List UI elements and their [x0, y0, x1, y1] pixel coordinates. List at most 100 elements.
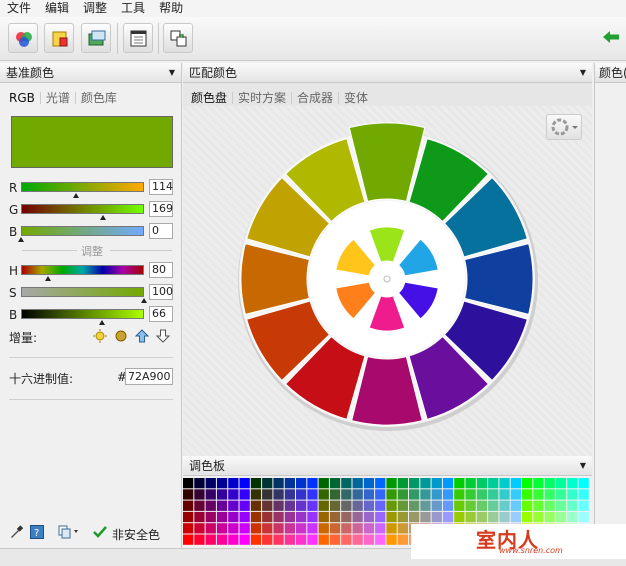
red-slider-thumb[interactable] — [72, 193, 79, 198]
palette-swatch[interactable] — [363, 534, 375, 545]
palette-swatch[interactable] — [544, 478, 555, 489]
green-slider[interactable] — [21, 204, 144, 214]
palette-swatch[interactable] — [216, 489, 228, 500]
right-panel-header[interactable]: 颜色( — [595, 63, 626, 83]
palette-swatch[interactable] — [397, 534, 408, 545]
palette-swatch[interactable] — [318, 489, 329, 500]
palette-swatch[interactable] — [329, 511, 341, 523]
palette-swatch[interactable] — [205, 489, 216, 500]
palette-swatch[interactable] — [329, 523, 341, 534]
palette-swatch[interactable] — [341, 478, 352, 489]
palette-swatch[interactable] — [284, 489, 295, 500]
palette-swatch[interactable] — [375, 500, 386, 511]
palette-swatch[interactable] — [544, 500, 555, 511]
palette-swatch[interactable] — [205, 500, 216, 511]
palette-swatch[interactable] — [465, 478, 476, 489]
menu-file[interactable]: 文件 — [0, 0, 38, 17]
palette-swatch[interactable] — [273, 523, 284, 534]
palette-swatch[interactable] — [296, 489, 307, 500]
palette-swatch[interactable] — [183, 534, 194, 545]
palette-swatch[interactable] — [228, 511, 239, 523]
palette-swatch[interactable] — [533, 500, 544, 511]
wheel-options-button[interactable] — [546, 114, 582, 140]
hex-value-input[interactable]: 72A900 — [125, 368, 173, 385]
palette-swatch[interactable] — [488, 500, 499, 511]
base-color-header[interactable]: 基准颜色 ▼ — [0, 63, 181, 83]
palette-swatch[interactable] — [397, 500, 408, 511]
tab-color-wheel[interactable]: 颜色盘 — [186, 88, 232, 108]
palette-swatch[interactable] — [228, 489, 239, 500]
palette-swatch[interactable] — [409, 500, 420, 511]
palette-swatch[interactable] — [522, 511, 533, 523]
palette-swatch[interactable] — [431, 500, 442, 511]
palette-swatch[interactable] — [431, 489, 442, 500]
palette-swatch[interactable] — [250, 534, 262, 545]
color-wheel[interactable] — [183, 106, 592, 456]
palette-swatch[interactable] — [352, 523, 363, 534]
palette-swatch[interactable] — [499, 500, 510, 511]
palette-swatch[interactable] — [578, 511, 589, 523]
palette-swatch[interactable] — [341, 534, 352, 545]
palette-swatch[interactable] — [329, 534, 341, 545]
dropdown-arrow-icon[interactable]: ▼ — [580, 63, 586, 83]
screenshot-button[interactable] — [81, 23, 111, 53]
palette-swatch[interactable] — [228, 500, 239, 511]
eyedropper-icon[interactable] — [9, 525, 23, 539]
palette-swatch[interactable] — [216, 511, 228, 523]
darken-icon[interactable] — [114, 329, 128, 343]
palette-swatch[interactable] — [329, 489, 341, 500]
palette-swatch[interactable] — [341, 489, 352, 500]
increase-arrow-icon[interactable] — [135, 329, 149, 343]
palette-swatch[interactable] — [476, 511, 488, 523]
palette-swatch[interactable] — [363, 523, 375, 534]
palette-swatch[interactable] — [567, 511, 578, 523]
hue-value-input[interactable]: 80 — [149, 262, 173, 278]
color-scheme-button[interactable] — [8, 23, 38, 53]
palette-swatch[interactable] — [397, 511, 408, 523]
palette-swatch[interactable] — [454, 489, 465, 500]
palette-swatch[interactable] — [522, 489, 533, 500]
palette-swatch[interactable] — [318, 534, 329, 545]
brightness-slider-thumb[interactable] — [99, 320, 106, 325]
palette-swatch[interactable] — [409, 478, 420, 489]
palette-swatch[interactable] — [352, 511, 363, 523]
palette-swatch[interactable] — [397, 523, 408, 534]
palette-swatch[interactable] — [250, 511, 262, 523]
palette-swatch[interactable] — [329, 500, 341, 511]
palette-swatch[interactable] — [363, 500, 375, 511]
palette-swatch[interactable] — [262, 489, 273, 500]
palette-swatch[interactable] — [363, 489, 375, 500]
palette-swatch[interactable] — [533, 478, 544, 489]
palette-swatch[interactable] — [567, 489, 578, 500]
palette-swatch[interactable] — [329, 478, 341, 489]
palette-swatch[interactable] — [375, 511, 386, 523]
palette-swatch[interactable] — [273, 489, 284, 500]
palette-swatch[interactable] — [352, 500, 363, 511]
brighten-icon[interactable] — [93, 329, 107, 343]
dropdown-arrow-icon[interactable]: ▼ — [580, 456, 586, 476]
palette-swatch[interactable] — [216, 478, 228, 489]
swatches-header[interactable]: 调色板 ▼ — [183, 456, 592, 476]
palette-swatch[interactable] — [499, 511, 510, 523]
palette-swatch[interactable] — [239, 489, 250, 500]
palette-swatch[interactable] — [386, 478, 397, 489]
palette-swatch[interactable] — [284, 478, 295, 489]
palette-swatch[interactable] — [555, 478, 567, 489]
palette-swatch[interactable] — [250, 489, 262, 500]
palette-swatch[interactable] — [194, 500, 205, 511]
palette-swatch[interactable] — [318, 478, 329, 489]
blue-value-input[interactable]: 0 — [149, 223, 173, 239]
palette-swatch[interactable] — [533, 489, 544, 500]
palette-swatch[interactable] — [341, 523, 352, 534]
palette-swatch[interactable] — [386, 534, 397, 545]
palette-swatch[interactable] — [363, 478, 375, 489]
back-arrow-icon[interactable] — [602, 30, 620, 44]
palette-swatch[interactable] — [205, 534, 216, 545]
palette-swatch[interactable] — [488, 489, 499, 500]
palette-swatch[interactable] — [262, 523, 273, 534]
palette-swatch[interactable] — [386, 523, 397, 534]
palette-swatch[interactable] — [409, 511, 420, 523]
palette-swatch[interactable] — [510, 500, 521, 511]
red-value-input[interactable]: 114 — [149, 179, 173, 195]
tab-spectrum[interactable]: 光谱 — [41, 88, 75, 108]
